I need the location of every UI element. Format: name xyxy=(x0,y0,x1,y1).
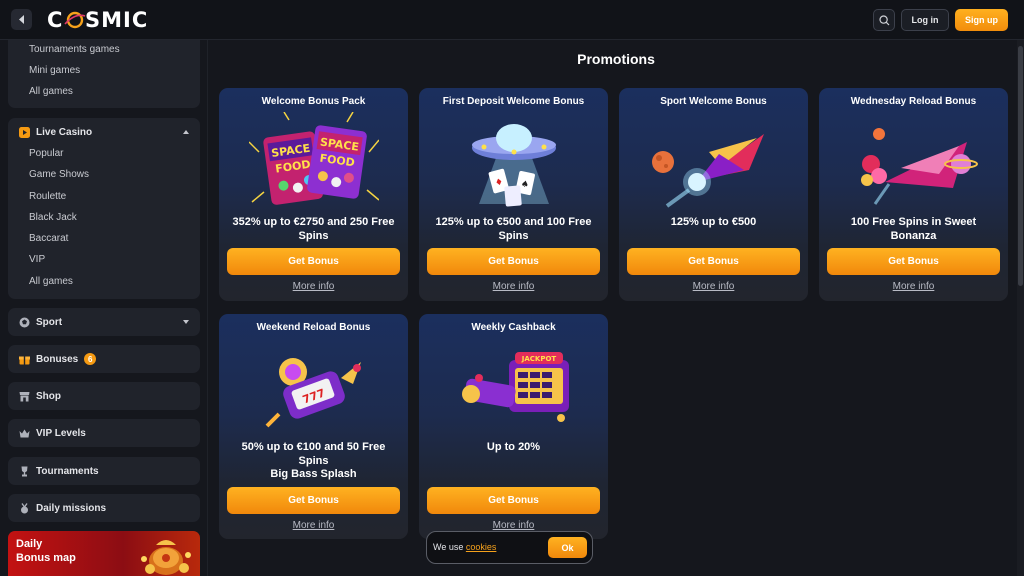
pink-spaceship-image xyxy=(861,128,978,205)
signup-button[interactable]: Sign up xyxy=(955,9,1008,31)
cookies-link[interactable]: cookies xyxy=(466,542,497,552)
sidebar-item-roulette[interactable]: Roulette xyxy=(29,191,66,202)
promo-card-offer-game: Big Bass Splash xyxy=(270,468,357,480)
treasure-bag-icon xyxy=(141,540,191,575)
search-button[interactable] xyxy=(873,9,895,31)
promo-card-offer: 50% up to €100 and 50 Free Spins xyxy=(241,441,386,467)
promo-card-offer: Up to 20% xyxy=(486,441,541,453)
search-icon xyxy=(878,14,889,25)
sidebar: Tournaments games Mini games All games L… xyxy=(0,40,208,576)
bonuses-count-badge: 6 xyxy=(84,353,97,365)
cookie-ok-button[interactable]: Ok xyxy=(548,537,587,558)
daily-missions-label: Daily missions xyxy=(36,502,107,514)
slot-rocket-image: 777 xyxy=(265,358,361,428)
live-casino-section: Live Casino Popular Game Shows Roulette … xyxy=(8,118,200,299)
sidebar-item-live-all-games[interactable]: All games xyxy=(29,276,73,287)
sidebar-item-daily-missions[interactable]: Daily missions xyxy=(8,494,200,522)
more-info-link[interactable]: More info xyxy=(619,281,808,292)
chevron-down-icon[interactable] xyxy=(183,320,189,324)
live-casino-label: Live Casino xyxy=(36,126,93,138)
promo-card-title: Weekly Cashback xyxy=(471,322,556,333)
sidebar-item-vip-levels[interactable]: VIP Levels xyxy=(8,419,200,447)
daily-bonus-map-banner[interactable]: Daily Bonus map xyxy=(8,531,200,576)
sidebar-item-all-games[interactable]: All games xyxy=(29,86,73,97)
jackpot-machine-image: JACKPOT xyxy=(462,352,569,422)
svg-text:JACKPOT: JACKPOT xyxy=(521,355,557,363)
cookie-text: We use cookies xyxy=(433,542,496,552)
promo-card-weekly-cashback: Weekly Cashback JACKPOT Up to 20% Get Bo… xyxy=(419,314,608,539)
get-bonus-button[interactable]: Get Bonus xyxy=(227,487,400,514)
promo-card-weekend-reload: Weekend Reload Bonus 777 50% up to €100 … xyxy=(219,314,408,539)
sidebar-item-sport[interactable]: Sport xyxy=(8,308,200,336)
more-info-link[interactable]: More info xyxy=(219,281,408,292)
daily-banner-line1: Daily xyxy=(16,538,43,550)
cookie-banner: We use cookies Ok xyxy=(426,531,593,564)
promo-card-offer: 352% up to €2750 and 250 Free Spins xyxy=(232,216,395,242)
promo-card-welcome-bonus-pack: Welcome Bonus Pack SPACE FOOD SPACE FOOD… xyxy=(219,88,408,301)
promo-card-title: First Deposit Welcome Bonus xyxy=(442,96,585,107)
login-button[interactable]: Log in xyxy=(901,9,949,31)
scrollbar-thumb[interactable] xyxy=(1018,46,1023,286)
svg-text:SMIC: SMIC xyxy=(85,8,148,32)
sidebar-item-baccarat[interactable]: Baccarat xyxy=(29,233,68,244)
promo-card-title: Welcome Bonus Pack xyxy=(261,96,366,107)
promo-card-title: Weekend Reload Bonus xyxy=(256,322,371,333)
logo-mark: C SMIC xyxy=(47,8,148,32)
sidebar-item-game-shows[interactable]: Game Shows xyxy=(29,169,89,180)
crown-icon xyxy=(18,427,30,439)
more-info-link[interactable]: More info xyxy=(419,281,608,292)
svg-text:C: C xyxy=(47,8,63,32)
top-header: C SMIC Log in Sign up xyxy=(0,0,1024,40)
sidebar-item-bonuses[interactable]: Bonuses 6 xyxy=(8,345,200,373)
sport-label: Sport xyxy=(36,316,63,328)
bonuses-label: Bonuses xyxy=(36,353,79,365)
promo-card-offer: 125% up to €500 and 100 Free Spins xyxy=(435,216,592,242)
page-title: Promotions xyxy=(577,51,655,67)
get-bonus-button[interactable]: Get Bonus xyxy=(827,248,1000,275)
sidebar-item-live-casino[interactable]: Live Casino xyxy=(18,118,92,146)
shop-icon xyxy=(18,390,30,402)
chevron-left-icon xyxy=(18,15,24,24)
trophy-icon xyxy=(18,465,30,477)
get-bonus-button[interactable]: Get Bonus xyxy=(627,248,800,275)
collapse-sidebar-button[interactable] xyxy=(11,9,32,30)
more-info-link[interactable]: More info xyxy=(419,520,608,531)
games-submenu: Tournaments games Mini games All games xyxy=(8,40,200,108)
promo-card-wednesday-reload: Wednesday Reload Bonus 100 Free Spins in… xyxy=(819,88,1008,301)
more-info-link[interactable]: More info xyxy=(819,281,1008,292)
tournaments-label: Tournaments xyxy=(36,465,99,477)
sidebar-item-vip[interactable]: VIP xyxy=(29,254,45,265)
get-bonus-button[interactable]: Get Bonus xyxy=(227,248,400,275)
promo-card-offer: 100 Free Spins in Sweet Bonanza xyxy=(850,216,977,242)
daily-banner-line2: Bonus map xyxy=(16,552,76,564)
get-bonus-button[interactable]: Get Bonus xyxy=(427,248,600,275)
rocket-ship-image xyxy=(652,134,764,208)
cookie-message: We use xyxy=(433,542,464,552)
sidebar-item-tournaments[interactable]: Tournaments xyxy=(8,457,200,485)
space-food-snack-bags-image: SPACE FOOD SPACE FOOD xyxy=(249,112,379,205)
medal-icon xyxy=(18,502,30,514)
more-info-link[interactable]: More info xyxy=(219,520,408,531)
ufo-cards-image: ♦ ♠ xyxy=(472,124,556,207)
sidebar-item-tournaments-games[interactable]: Tournaments games xyxy=(29,44,120,55)
live-casino-icon xyxy=(18,126,30,138)
promo-card-first-deposit: First Deposit Welcome Bonus ♦ ♠ 125% up … xyxy=(419,88,608,301)
gift-icon xyxy=(18,353,30,365)
cosmic-logo[interactable]: C SMIC xyxy=(45,7,155,33)
get-bonus-button[interactable]: Get Bonus xyxy=(427,487,600,514)
vip-levels-label: VIP Levels xyxy=(36,427,86,439)
promo-card-title: Sport Welcome Bonus xyxy=(660,96,767,107)
promo-card-offer: 125% up to €500 xyxy=(670,216,757,228)
shop-label: Shop xyxy=(36,390,61,402)
promo-card-title: Wednesday Reload Bonus xyxy=(850,96,977,107)
sidebar-item-black-jack[interactable]: Black Jack xyxy=(29,212,77,223)
sidebar-item-popular[interactable]: Popular xyxy=(29,148,63,159)
page-scrollbar[interactable] xyxy=(1017,40,1024,576)
sport-ball-icon xyxy=(18,316,30,328)
promo-card-sport-welcome: Sport Welcome Bonus 125% up to €500 Get … xyxy=(619,88,808,301)
sidebar-item-shop[interactable]: Shop xyxy=(8,382,200,410)
chevron-up-icon[interactable] xyxy=(183,130,189,134)
sidebar-item-mini-games[interactable]: Mini games xyxy=(29,65,80,76)
